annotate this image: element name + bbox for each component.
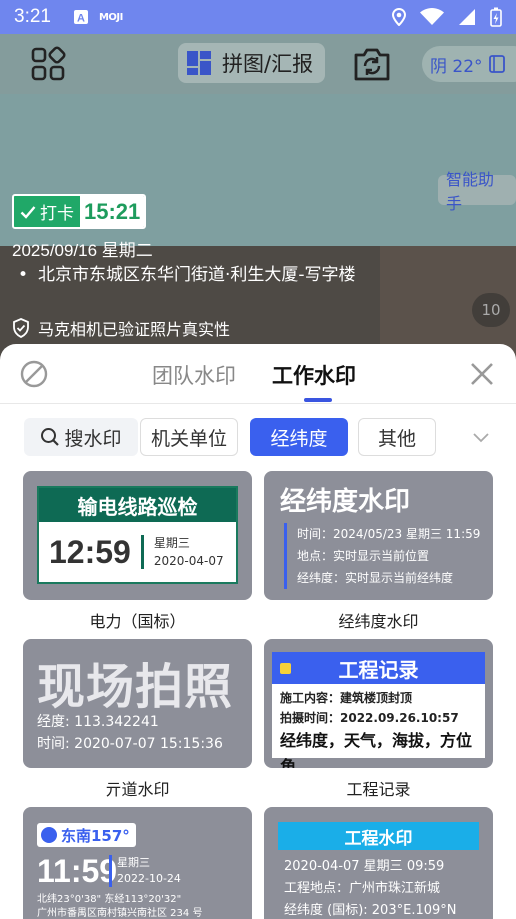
template-card-engineering[interactable]: 工程水印 2020-04-07 星期三 09:59 工程地点：广州市珠江新城 经…: [264, 807, 493, 919]
verify-text: 马克相机已验证照片真实性: [38, 320, 231, 339]
template-card-power[interactable]: 输电线路巡检 12:59 星期三 2020-04-07: [23, 471, 252, 600]
template-caption: 亓道水印: [105, 780, 170, 799]
template-time: 12:59: [49, 533, 131, 570]
checkin-stamp: 打卡 15:21: [12, 194, 147, 229]
stamp-date: 2025/09/16 星期二: [12, 241, 153, 260]
template-card-latlng[interactable]: 经纬度水印 时间：2024/05/23 星期三 11:59 地点：实时显示当前位…: [264, 471, 493, 600]
category-other[interactable]: 其他: [358, 418, 436, 456]
check-icon: [20, 205, 36, 219]
smart-assistant-button[interactable]: 智能助手: [438, 170, 516, 213]
yellow-square-icon: [280, 663, 291, 674]
collage-report-button[interactable]: 拼图/汇报: [178, 43, 326, 83]
category-bar: 搜水印 机关单位 经纬度 其他: [0, 418, 516, 458]
template-tag: 东南157°: [61, 826, 130, 845]
photo-count-badge[interactable]: 10: [472, 293, 510, 327]
weather-button[interactable]: 阴 22°: [422, 46, 516, 82]
no-watermark-icon[interactable]: [20, 360, 48, 388]
sheet-header: 团队水印 工作水印: [0, 344, 516, 404]
svg-text:A: A: [77, 13, 85, 25]
status-time: 3:21: [14, 6, 51, 27]
stamp-address: • 北京市东城区东华门街道·利生大厦-写字楼: [18, 263, 378, 288]
collage-icon: [187, 51, 211, 75]
notification-a-icon: A: [73, 10, 88, 25]
template-title: 经纬度水印: [280, 487, 411, 517]
template-caption: 工程记录: [346, 780, 411, 799]
wifi-icon: [420, 8, 444, 25]
close-icon[interactable]: [468, 360, 496, 388]
template-caption: 经纬度水印: [338, 612, 419, 631]
template-card-site-photo[interactable]: 现场拍照 经度: 113.342241 时间: 2020-07-07 15:15…: [23, 639, 252, 768]
template-weekday: 星期三: [117, 856, 150, 869]
template-line: 2020-04-07 星期三 09:59: [284, 859, 445, 874]
template-line: 北纬23°0'38" 东经113°20'32": [37, 894, 182, 905]
shield-check-icon: [13, 318, 29, 338]
tab-work-watermark[interactable]: 工作水印: [272, 360, 356, 390]
template-line: 经纬度：实时显示当前经纬度: [297, 571, 454, 585]
stamp-time: 15:21: [80, 196, 145, 227]
template-line: 时间: 2020-07-07 15:15:36: [37, 736, 223, 752]
location-icon: [392, 8, 406, 26]
template-caption: 电力（国标）: [89, 612, 186, 631]
status-bar: 3:21 A MOJI: [0, 0, 516, 34]
address-text: 北京市东城区东华门街道·利生大厦-写字楼: [38, 265, 356, 285]
template-header: 工程水印: [278, 822, 479, 850]
weather-label: 阴 22°: [430, 56, 483, 77]
template-date: 2020-04-07: [153, 554, 224, 568]
chevron-down-icon[interactable]: [470, 426, 492, 448]
signal-icon: [459, 9, 475, 25]
grid-menu-icon[interactable]: [30, 46, 66, 82]
verify-line: 马克相机已验证照片真实性: [12, 316, 230, 340]
camera-toolbar: 拼图/汇报 阴 22°: [0, 34, 516, 92]
moji-icon: MOJI: [98, 11, 123, 23]
list-icon: [488, 55, 505, 73]
stamp-tag: 打卡: [40, 204, 74, 224]
template-weekday: 星期三: [153, 536, 190, 550]
search-label: 搜水印: [64, 427, 122, 450]
tab-team-watermark[interactable]: 团队水印: [152, 360, 236, 390]
search-watermark-button[interactable]: 搜水印: [24, 418, 138, 456]
camera-switch-icon[interactable]: [352, 46, 392, 82]
template-footer: 经纬度，天气，海拔，方位角: [280, 731, 473, 768]
template-card-compass[interactable]: 东南157° 11:59 星期三 2022-10-24 北纬23°0'38" 东…: [23, 807, 252, 919]
template-line: 经纬度 (国标): 203°E.109°N: [284, 903, 457, 918]
search-icon: [41, 428, 60, 446]
template-line: 施工内容：建筑楼顶封顶: [280, 691, 413, 705]
template-time: 11:59: [37, 853, 118, 889]
category-latlng[interactable]: 经纬度: [250, 418, 348, 456]
template-line: 拍摄时间：2022.09.26.10:57: [280, 711, 459, 725]
template-line: 地点：实时显示当前位置: [297, 549, 430, 563]
template-date: 2022-10-24: [117, 872, 181, 885]
category-government[interactable]: 机关单位: [140, 418, 238, 456]
template-line: 时间：2024/05/23 星期三 11:59: [297, 527, 481, 541]
compass-icon: [41, 827, 57, 843]
active-tab-indicator: [304, 398, 332, 402]
template-card-project-record[interactable]: 工程记录 施工内容：建筑楼顶封顶 拍摄时间：2022.09.26.10:57 经…: [264, 639, 493, 768]
battery-icon: [490, 7, 502, 27]
template-line: 广州市番禺区南村镇兴南社区 234 号: [37, 908, 203, 919]
template-header: 工程记录: [338, 657, 419, 682]
template-line: 经度: 113.342241: [37, 714, 159, 730]
template-title: 现场拍照: [37, 659, 234, 715]
template-line: 工程地点：广州市珠江新城: [284, 881, 441, 896]
collage-label: 拼图/汇报: [222, 52, 314, 76]
watermark-sheet: 团队水印 工作水印 搜水印 机关单位 经纬度 其他 输电线路巡检 12:59 星…: [0, 344, 516, 919]
template-header: 输电线路巡检: [39, 488, 236, 522]
